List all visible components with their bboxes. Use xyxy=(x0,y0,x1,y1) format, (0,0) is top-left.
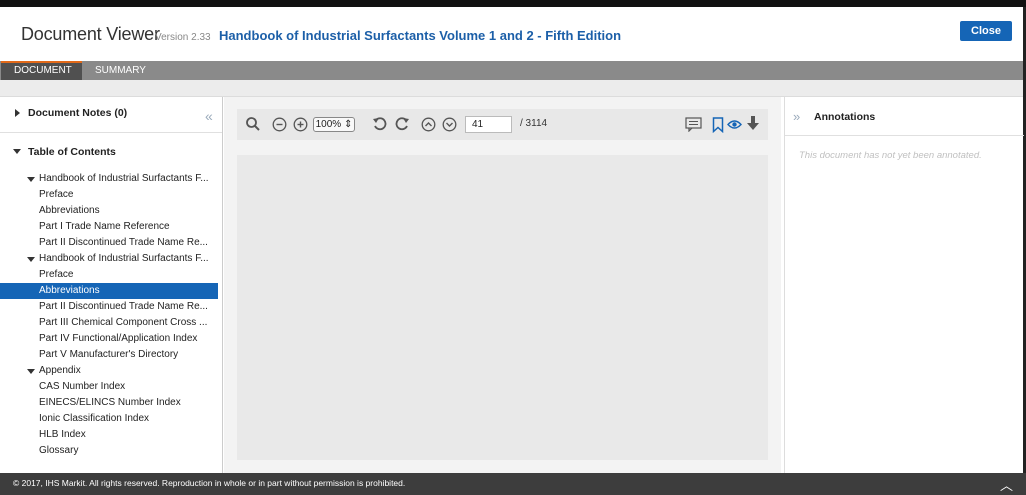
toc-label: Table of Contents xyxy=(28,146,116,158)
page-canvas[interactable] xyxy=(237,155,768,460)
tab-summary[interactable]: SUMMARY xyxy=(82,61,159,80)
toc-item-label: EINECS/ELINCS Number Index xyxy=(39,397,181,408)
toc-item[interactable]: Part III Chemical Component Cross ... xyxy=(0,315,222,331)
page-up-icon[interactable] xyxy=(421,117,436,132)
zoom-value: 100% xyxy=(315,119,342,130)
caret-down-icon xyxy=(13,149,21,154)
caret-down-icon[interactable] xyxy=(27,369,35,374)
viewer-toolbar: 100% ⇕ 41 / 3114 xyxy=(237,109,768,140)
rotate-right-icon[interactable] xyxy=(394,116,410,132)
toc-item-label: HLB Index xyxy=(39,429,86,440)
subheader-band xyxy=(0,80,1023,97)
toc-item-label: Part II Discontinued Trade Name Re... xyxy=(39,237,208,248)
page-number-input[interactable]: 41 xyxy=(465,116,512,133)
app-title: Document Viewer xyxy=(21,24,160,44)
tab-document[interactable]: DOCUMENT xyxy=(1,61,82,80)
eye-icon[interactable] xyxy=(727,119,742,130)
toc-item-label: Preface xyxy=(39,189,74,200)
toc-item[interactable]: Preface xyxy=(0,267,222,283)
caret-down-icon[interactable] xyxy=(27,177,35,182)
toc-item[interactable]: Appendix xyxy=(0,363,222,379)
annotations-panel: » Annotations This document has not yet … xyxy=(784,97,1024,473)
top-edge xyxy=(0,0,1026,7)
page-down-icon[interactable] xyxy=(442,117,457,132)
toc-item[interactable]: Handbook of Industrial Surfactants F... xyxy=(0,251,222,267)
toc-item-label: Handbook of Industrial Surfactants F... xyxy=(39,173,209,184)
document-title: Handbook of Industrial Surfactants Volum… xyxy=(219,28,622,43)
toc-item-label: Handbook of Industrial Surfactants F... xyxy=(39,253,209,264)
toc-item-label: Appendix xyxy=(39,365,81,376)
toc-item-label: Part I Trade Name Reference xyxy=(39,221,170,232)
page-total: / 3114 xyxy=(520,118,548,129)
zoom-out-icon[interactable] xyxy=(272,117,287,132)
toc-item-label: Part IV Functional/Application Index xyxy=(39,333,198,344)
document-notes-label: Document Notes (0) xyxy=(28,107,128,119)
annotations-header: » Annotations xyxy=(785,97,1024,136)
toc-toggle[interactable]: Table of Contents xyxy=(0,141,222,161)
tab-bar: DOCUMENT SUMMARY xyxy=(0,61,1023,80)
collapse-left-icon[interactable]: « xyxy=(205,108,213,124)
annotations-title: Annotations xyxy=(814,111,876,123)
toc-item[interactable]: Glossary xyxy=(0,443,222,459)
toc-item-label: Glossary xyxy=(39,445,79,456)
toc-item[interactable]: Part V Manufacturer's Directory xyxy=(0,347,222,363)
toc-item[interactable]: Preface xyxy=(0,187,222,203)
toc-item-label: Abbreviations xyxy=(39,205,100,216)
toc-item-label: CAS Number Index xyxy=(39,381,126,392)
comment-icon[interactable] xyxy=(685,117,702,132)
footer: © 2017, IHS Markit. All rights reserved.… xyxy=(0,473,1026,495)
bookmark-icon[interactable] xyxy=(712,117,724,133)
toc-item-label: Part III Chemical Component Cross ... xyxy=(39,317,208,328)
toc-item[interactable]: Part I Trade Name Reference xyxy=(0,219,222,235)
chevron-up-icon[interactable]: ︿ xyxy=(1000,475,1013,494)
search-icon[interactable] xyxy=(245,116,261,132)
toc-item[interactable]: Abbreviations xyxy=(0,283,218,299)
close-button[interactable]: Close xyxy=(960,21,1012,41)
toc-item-label: Part V Manufacturer's Directory xyxy=(39,349,179,360)
download-icon[interactable] xyxy=(746,115,760,132)
toc-item[interactable]: Part II Discontinued Trade Name Re... xyxy=(0,235,222,251)
toc-item[interactable]: Part II Discontinued Trade Name Re... xyxy=(0,299,222,315)
document-viewer: 100% ⇕ 41 / 3114 xyxy=(224,97,781,473)
annotations-empty-text: This document has not yet been annotated… xyxy=(799,150,982,161)
toc-item[interactable]: Abbreviations xyxy=(0,203,222,219)
copyright-text: © 2017, IHS Markit. All rights reserved.… xyxy=(13,478,406,488)
toc-item-label: Preface xyxy=(39,269,74,280)
toc-item[interactable]: CAS Number Index xyxy=(0,379,222,395)
sidebar: Document Notes (0) « Table of Contents H… xyxy=(0,97,223,473)
caret-down-icon[interactable] xyxy=(27,257,35,262)
zoom-in-icon[interactable] xyxy=(293,117,308,132)
toc-item-label: Abbreviations xyxy=(39,285,100,296)
toc-item[interactable]: EINECS/ELINCS Number Index xyxy=(0,395,222,411)
zoom-select[interactable]: 100% ⇕ xyxy=(313,117,355,132)
toc-item-label: Ionic Classification Index xyxy=(39,413,150,424)
toc-item[interactable]: HLB Index xyxy=(0,427,222,443)
caret-right-icon xyxy=(15,109,20,117)
toc-item[interactable]: Ionic Classification Index xyxy=(0,411,222,427)
toc-item[interactable]: Part IV Functional/Application Index xyxy=(0,331,222,347)
header: Document Viewer Version 2.33 Handbook of… xyxy=(0,7,1023,61)
expand-right-icon[interactable]: » xyxy=(793,109,800,124)
toc-list: Handbook of Industrial Surfactants F... P… xyxy=(0,171,222,459)
document-notes-toggle[interactable]: Document Notes (0) « xyxy=(0,97,222,133)
rotate-left-icon[interactable] xyxy=(372,116,388,132)
toc-item[interactable]: Handbook of Industrial Surfactants F... xyxy=(0,171,222,187)
app-version: Version 2.33 xyxy=(155,32,211,43)
toc-item-label: Part II Discontinued Trade Name Re... xyxy=(39,301,208,312)
